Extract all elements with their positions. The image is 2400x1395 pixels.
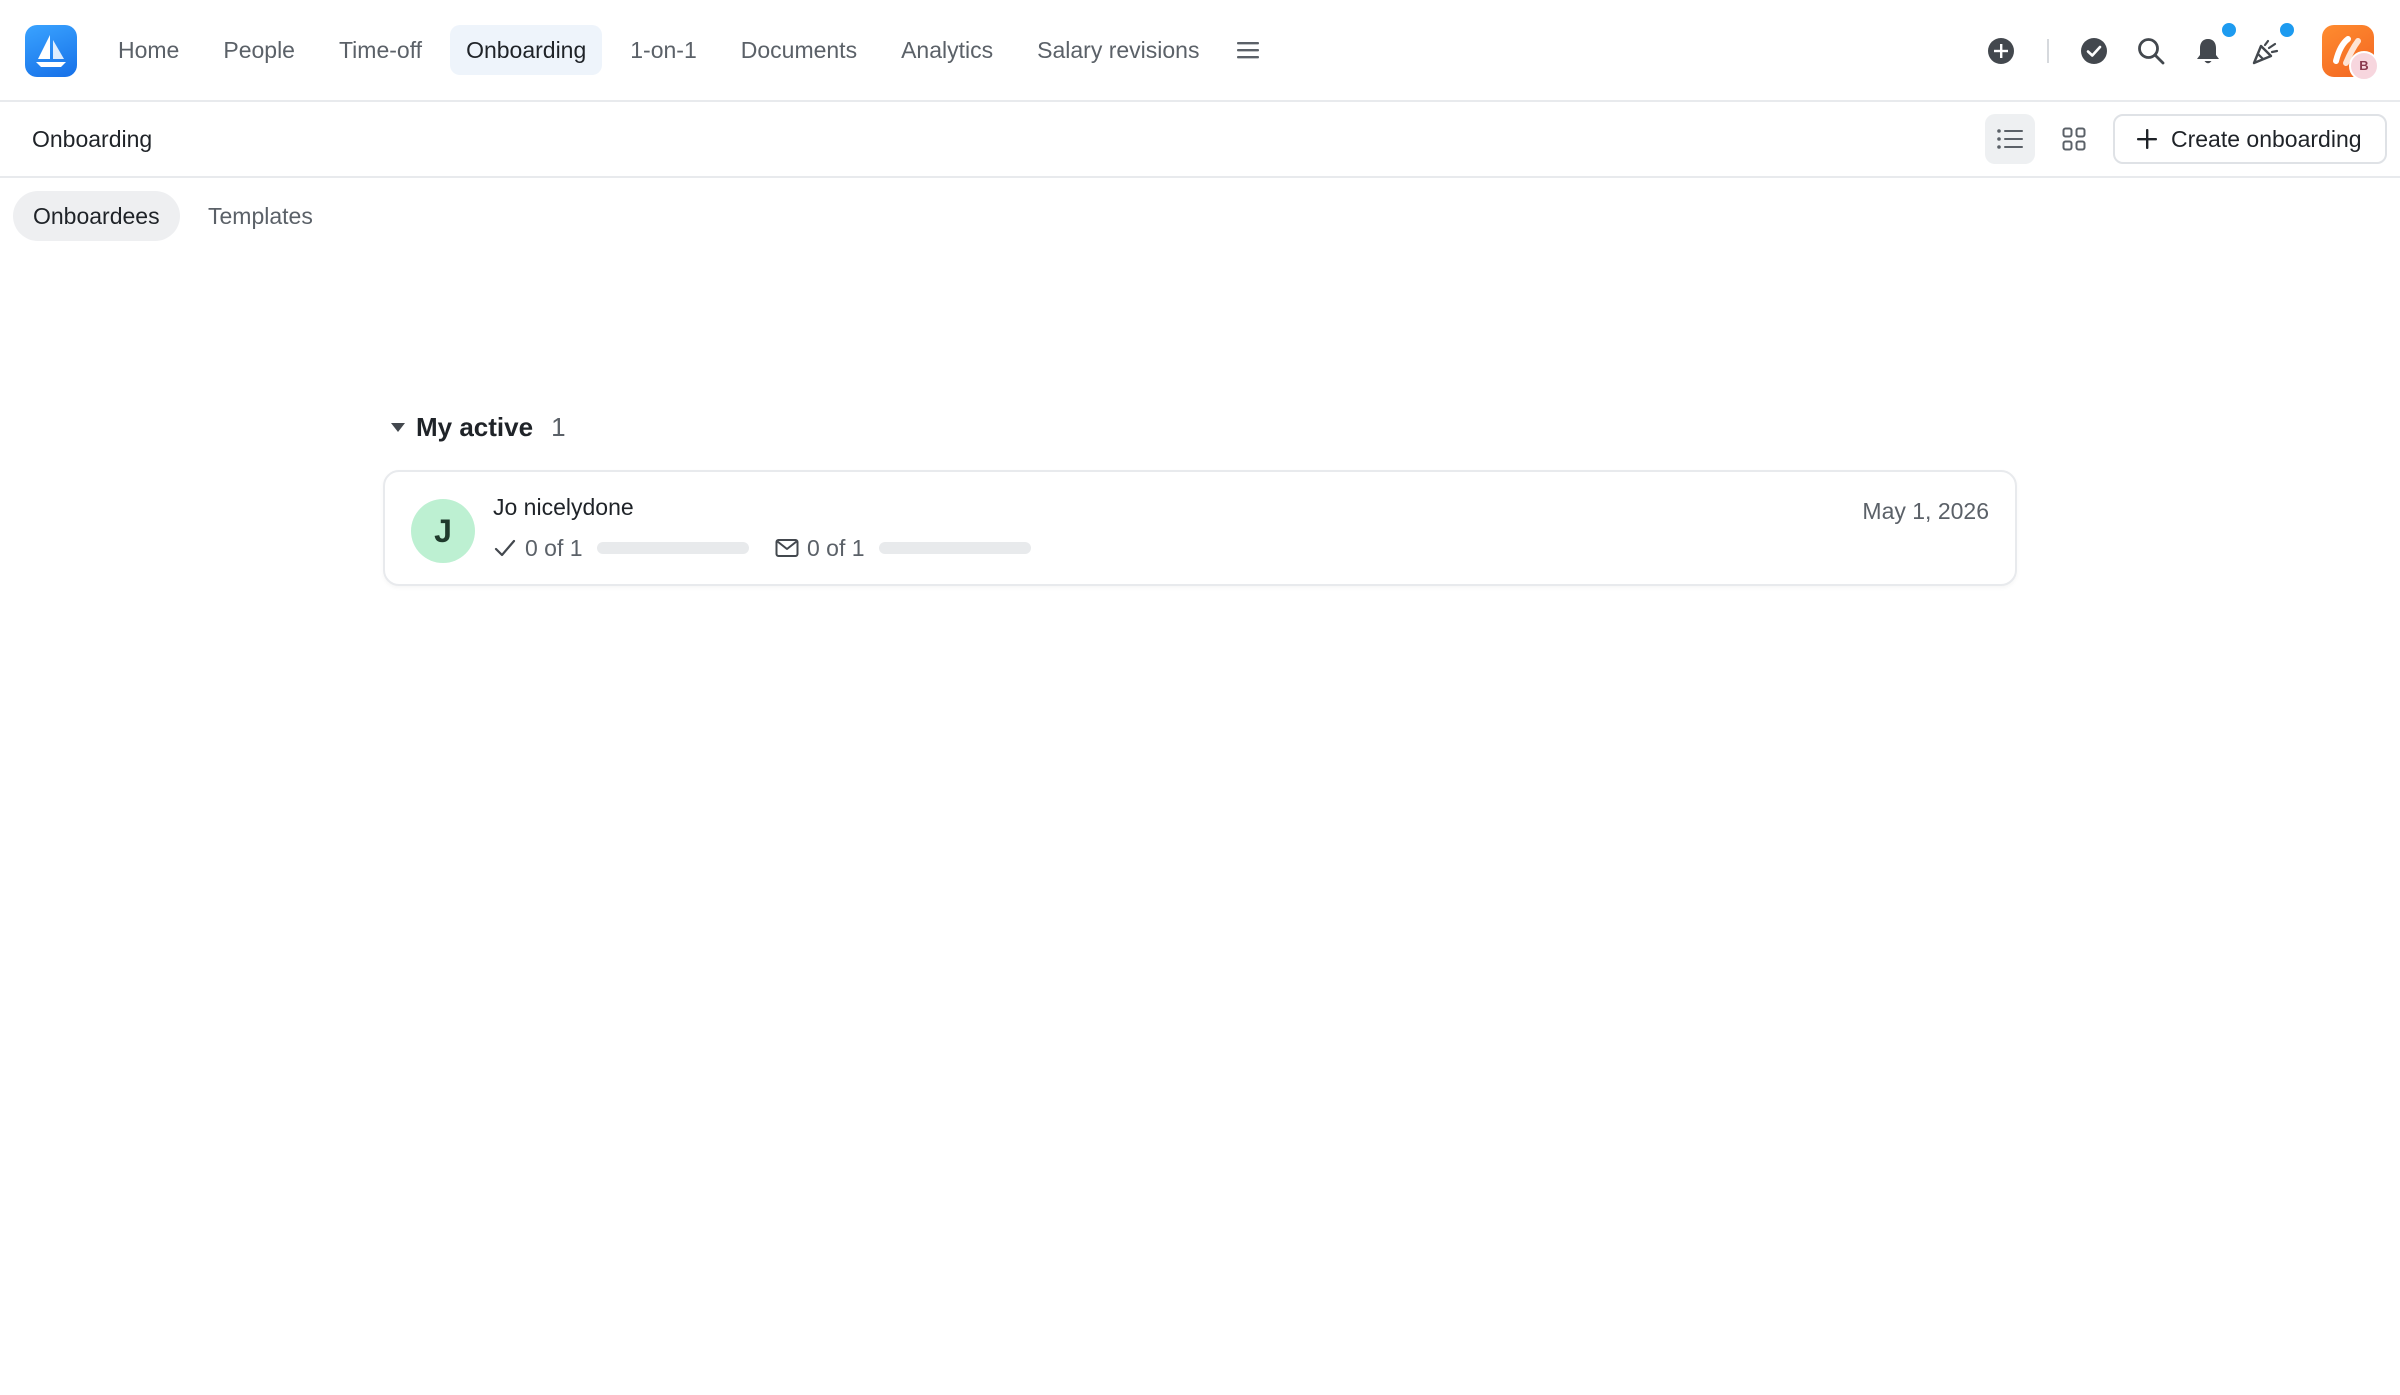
search-icon[interactable]: [2131, 31, 2171, 71]
page-header: Onboarding Create onboarding: [0, 102, 2400, 178]
hamburger-menu-icon[interactable]: [1227, 25, 1269, 75]
create-onboarding-label: Create onboarding: [2171, 125, 2362, 152]
nav-item-time-off[interactable]: Time-off: [323, 25, 438, 75]
emails-count: 0 of 1: [807, 534, 865, 561]
nav-item-onboarding[interactable]: Onboarding: [450, 25, 603, 75]
add-circle-icon[interactable]: [1981, 31, 2021, 71]
section-count: 1: [551, 411, 566, 442]
app-logo[interactable]: [25, 25, 77, 77]
list-view-icon: [1997, 129, 2023, 149]
tab-onboardees[interactable]: Onboardees: [13, 191, 180, 241]
list-view-button[interactable]: [1985, 114, 2035, 164]
notification-dot: [2220, 21, 2238, 39]
top-navigation-bar: Home People Time-off Onboarding 1-on-1 D…: [0, 0, 2400, 102]
avatar: J: [411, 499, 475, 563]
updates-dot: [2278, 21, 2296, 39]
page-title: Onboarding: [32, 126, 153, 152]
create-onboarding-button[interactable]: Create onboarding: [2113, 114, 2387, 164]
onboardee-card[interactable]: J Jo nicelydone 0 of 1 0 of 1 May 1, 202…: [383, 470, 2017, 586]
user-avatar-badge[interactable]: B: [2349, 51, 2379, 81]
toolbar-divider: [2047, 39, 2049, 63]
checkmark-icon: [494, 539, 516, 557]
grid-view-icon: [2062, 127, 2086, 151]
bell-icon[interactable]: [2188, 31, 2228, 71]
caret-down-icon[interactable]: [390, 419, 406, 435]
section-title: My active: [416, 411, 534, 442]
main-nav: Home People Time-off Onboarding 1-on-1 D…: [102, 25, 1269, 75]
nav-item-home[interactable]: Home: [102, 25, 195, 75]
sailboat-icon: [36, 35, 66, 67]
nav-item-salary-revisions[interactable]: Salary revisions: [1021, 25, 1215, 75]
onboardee-name: Jo nicelydone: [493, 494, 634, 520]
celebration-icon[interactable]: [2246, 31, 2286, 71]
nav-item-people[interactable]: People: [207, 25, 311, 75]
tasks-progress-bar: [596, 542, 749, 554]
plus-icon: [2137, 129, 2157, 149]
emails-progress: 0 of 1: [775, 534, 1031, 562]
check-circle-icon[interactable]: [2074, 31, 2114, 71]
nav-item-documents[interactable]: Documents: [725, 25, 873, 75]
section-header-my-active[interactable]: My active 1: [390, 404, 566, 450]
start-date: May 1, 2026: [1862, 498, 1989, 524]
grid-view-button[interactable]: [2049, 114, 2099, 164]
envelope-icon: [775, 539, 799, 557]
nav-item-analytics[interactable]: Analytics: [885, 25, 1009, 75]
nav-item-1-on-1[interactable]: 1-on-1: [614, 25, 712, 75]
emails-progress-bar: [878, 542, 1031, 554]
tasks-count: 0 of 1: [525, 534, 583, 561]
tab-templates[interactable]: Templates: [188, 191, 333, 241]
tasks-progress: 0 of 1: [493, 534, 749, 562]
